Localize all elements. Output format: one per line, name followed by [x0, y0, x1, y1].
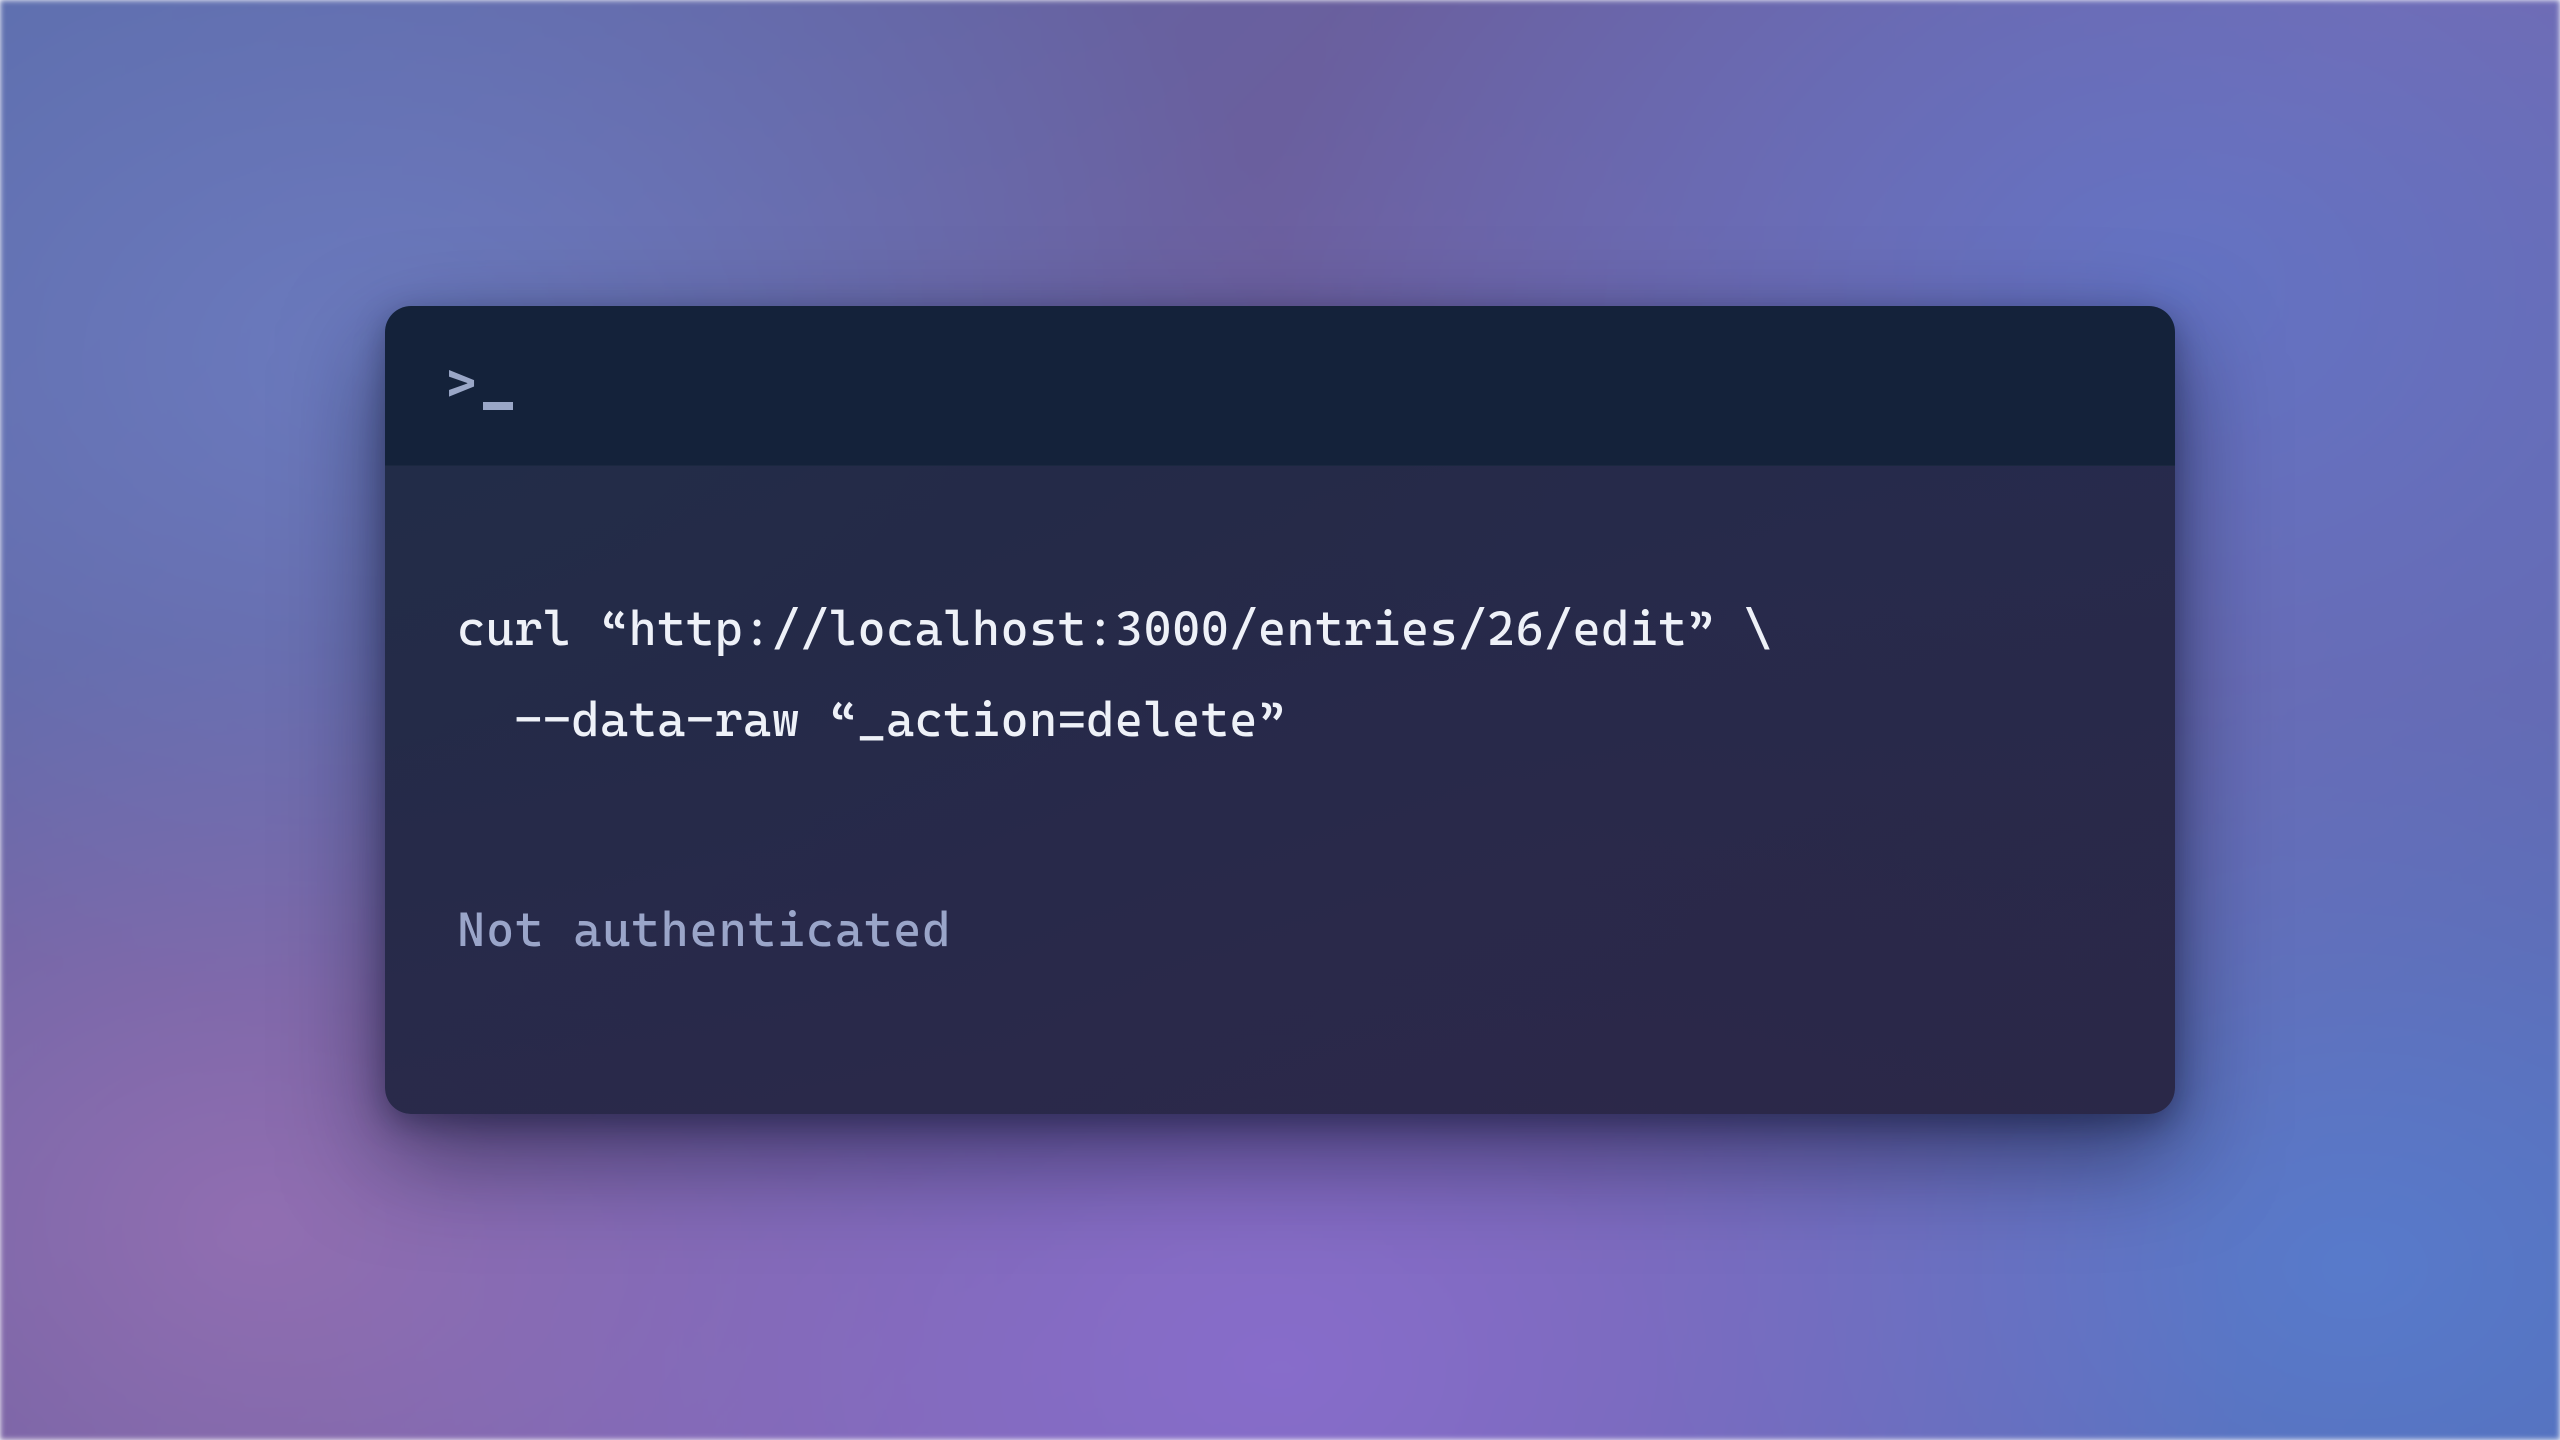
command-output: Not authenticated — [457, 897, 2103, 964]
stage: > curl “http://localhost:3000/entries/26… — [0, 0, 2560, 1440]
command-block: curl “http://localhost:3000/entries/26/e… — [457, 584, 2103, 766]
command-line-1: curl “http://localhost:3000/entries/26/e… — [457, 601, 1773, 657]
terminal-titlebar: > — [385, 306, 2175, 466]
command-line-2: --data-raw “_action=delete” — [457, 692, 1287, 748]
terminal-body[interactable]: curl “http://localhost:3000/entries/26/e… — [385, 466, 2175, 1114]
prompt-cursor-icon — [483, 402, 513, 410]
terminal-window[interactable]: > curl “http://localhost:3000/entries/26… — [385, 306, 2175, 1114]
terminal-prompt-icon: > — [445, 354, 513, 417]
prompt-caret-icon: > — [446, 352, 479, 415]
